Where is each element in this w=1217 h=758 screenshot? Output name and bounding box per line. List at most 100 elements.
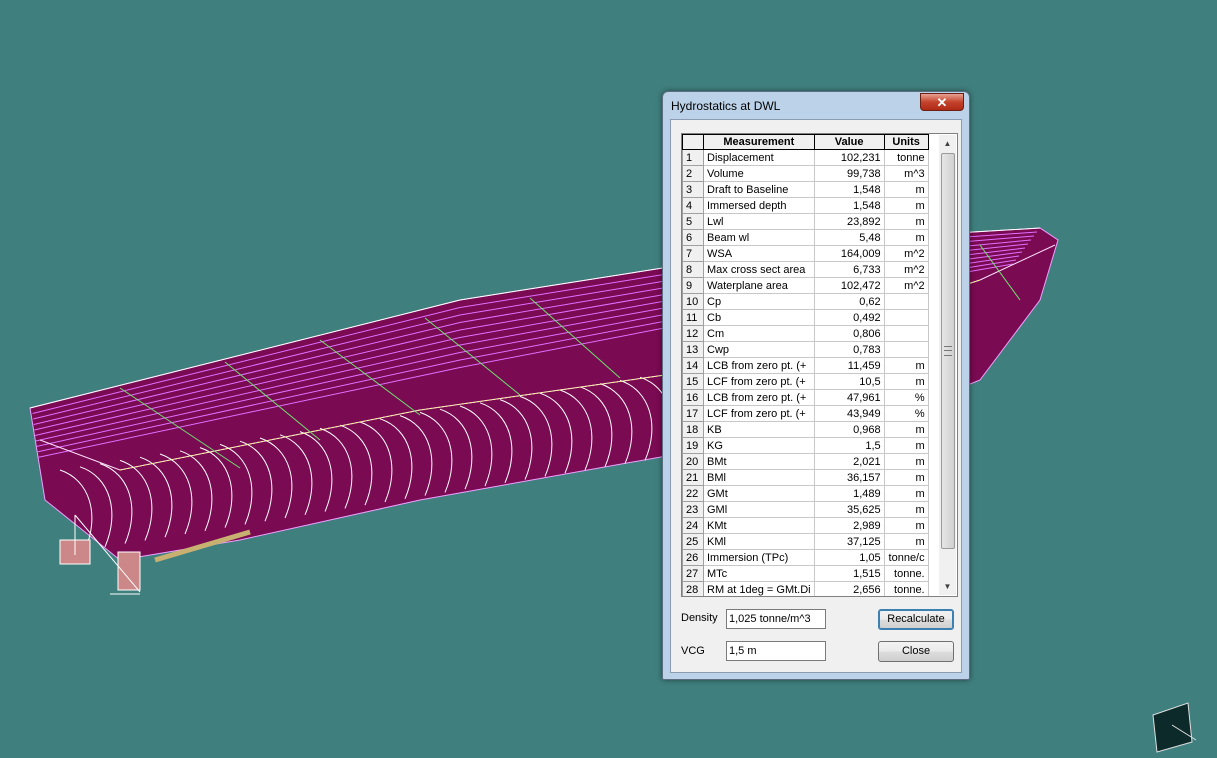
value-cell: 11,459 [813, 357, 885, 374]
scrollbar-thumb[interactable] [941, 153, 955, 549]
table-row[interactable]: 21 BMl 36,157 m [682, 469, 929, 486]
hydrostatics-dialog: Hydrostatics at DWL ✕ Measurement Value … [662, 91, 970, 680]
table-row[interactable]: 9 Waterplane area 102,472 m^2 [682, 277, 929, 294]
close-button[interactable]: Close [878, 641, 954, 662]
value-cell: 1,548 [813, 181, 885, 198]
table-row[interactable]: 28 RM at 1deg = GMt.Di 2,656 tonne. [682, 581, 929, 596]
units-cell: m [883, 453, 929, 470]
measurement-cell: RM at 1deg = GMt.Di [703, 581, 815, 596]
table-row[interactable]: 23 GMl 35,625 m [682, 501, 929, 518]
units-cell: m [883, 197, 929, 214]
hydrostatics-grid: Measurement Value Units 1 Displacement 102… [682, 134, 929, 596]
measurement-cell: KMl [703, 533, 815, 550]
close-icon[interactable]: ✕ [920, 93, 964, 111]
units-cell: m [883, 229, 929, 246]
units-cell: tonne/c [883, 549, 929, 566]
value-cell: 1,05 [813, 549, 885, 566]
value-cell: 102,472 [813, 277, 885, 294]
measurement-cell: Displacement [703, 149, 815, 166]
scroll-up-icon[interactable]: ▲ [939, 135, 956, 152]
table-row[interactable]: 25 KMl 37,125 m [682, 533, 929, 550]
table-row[interactable]: 19 KG 1,5 m [682, 437, 929, 454]
hull-3d-viewport[interactable] [0, 0, 1217, 758]
table-row[interactable]: 1 Displacement 102,231 tonne [682, 149, 929, 166]
row-index: 3 [682, 181, 704, 198]
table-row[interactable]: 15 LCF from zero pt. (+ 10,5 m [682, 373, 929, 390]
dialog-titlebar[interactable]: Hydrostatics at DWL ✕ [663, 92, 969, 118]
table-row[interactable]: 14 LCB from zero pt. (+ 11,459 m [682, 357, 929, 374]
row-index: 16 [682, 389, 704, 406]
measurement-cell: Max cross sect area [703, 261, 815, 278]
table-row[interactable]: 20 BMt 2,021 m [682, 453, 929, 470]
measurement-cell: KMt [703, 517, 815, 534]
table-row[interactable]: 24 KMt 2,989 m [682, 517, 929, 534]
table-row[interactable]: 10 Cp 0,62 [682, 293, 929, 310]
table-row[interactable]: 13 Cwp 0,783 [682, 341, 929, 358]
table-row[interactable]: 8 Max cross sect area 6,733 m^2 [682, 261, 929, 278]
value-cell: 1,548 [813, 197, 885, 214]
table-row[interactable]: 18 KB 0,968 m [682, 421, 929, 438]
row-index: 9 [682, 277, 704, 294]
row-index: 24 [682, 517, 704, 534]
value-cell: 164,009 [813, 245, 885, 262]
table-scrollbar[interactable]: ▲ ▼ [939, 135, 956, 595]
table-row[interactable]: 17 LCF from zero pt. (+ 43,949% [682, 405, 929, 422]
units-cell: m [883, 213, 929, 230]
table-row[interactable]: 11 Cb 0,492 [682, 309, 929, 326]
recalculate-button[interactable]: Recalculate [878, 609, 954, 630]
header-value[interactable]: Value [813, 134, 885, 150]
value-cell: 1,5 [813, 437, 885, 454]
measurement-cell: LCF from zero pt. (+ [703, 373, 815, 390]
units-cell: % [883, 389, 929, 406]
units-cell: m^3 [883, 165, 929, 182]
view-cube-icon[interactable] [1152, 702, 1197, 753]
table-row[interactable]: 12 Cm 0,806 [682, 325, 929, 342]
header-index [682, 134, 704, 150]
grip-icon [944, 346, 952, 356]
table-row[interactable]: 22 GMt 1,489 m [682, 485, 929, 502]
table-row[interactable]: 3 Draft to Baseline 1,548 m [682, 181, 929, 198]
table-row[interactable]: 26 Immersion (TPc) 1,05 tonne/c [682, 549, 929, 566]
value-cell: 5,48 [813, 229, 885, 246]
row-index: 20 [682, 453, 704, 470]
header-measurement[interactable]: Measurement [703, 134, 815, 150]
units-cell: m^2 [883, 261, 929, 278]
table-row[interactable]: 27 MTc 1,515 tonne. [682, 565, 929, 582]
value-cell: 37,125 [813, 533, 885, 550]
row-index: 8 [682, 261, 704, 278]
table-row[interactable]: 6 Beam wl 5,48 m [682, 229, 929, 246]
units-cell: tonne [883, 149, 929, 166]
value-cell: 2,021 [813, 453, 885, 470]
units-cell [883, 325, 929, 342]
measurement-cell: WSA [703, 245, 815, 262]
table-row[interactable]: 2 Volume 99,738 m^3 [682, 165, 929, 182]
row-index: 1 [682, 149, 704, 166]
units-cell: m [883, 421, 929, 438]
value-cell: 0,492 [813, 309, 885, 326]
units-cell: m [883, 485, 929, 502]
value-cell: 43,949 [813, 405, 885, 422]
hydrostatics-table[interactable]: Measurement Value Units 1 Displacement 102… [681, 133, 958, 597]
table-row[interactable]: 5 Lwl 23,892 m [682, 213, 929, 230]
row-index: 19 [682, 437, 704, 454]
units-cell: m [883, 181, 929, 198]
units-cell [883, 293, 929, 310]
row-index: 23 [682, 501, 704, 518]
measurement-cell: BMt [703, 453, 815, 470]
value-cell: 6,733 [813, 261, 885, 278]
row-index: 17 [682, 405, 704, 422]
table-row[interactable]: 4 Immersed depth 1,548 m [682, 197, 929, 214]
measurement-cell: LCF from zero pt. (+ [703, 405, 815, 422]
header-units[interactable]: Units [883, 134, 929, 150]
value-cell: 47,961 [813, 389, 885, 406]
measurement-cell: Volume [703, 165, 815, 182]
table-row[interactable]: 7 WSA 164,009 m^2 [682, 245, 929, 262]
scroll-down-icon[interactable]: ▼ [939, 578, 956, 595]
measurement-cell: BMl [703, 469, 815, 486]
row-index: 21 [682, 469, 704, 486]
table-row[interactable]: 16 LCB from zero pt. (+ 47,961% [682, 389, 929, 406]
row-index: 25 [682, 533, 704, 550]
vcg-input[interactable] [726, 641, 826, 661]
density-input[interactable] [726, 609, 826, 629]
measurement-cell: MTc [703, 565, 815, 582]
